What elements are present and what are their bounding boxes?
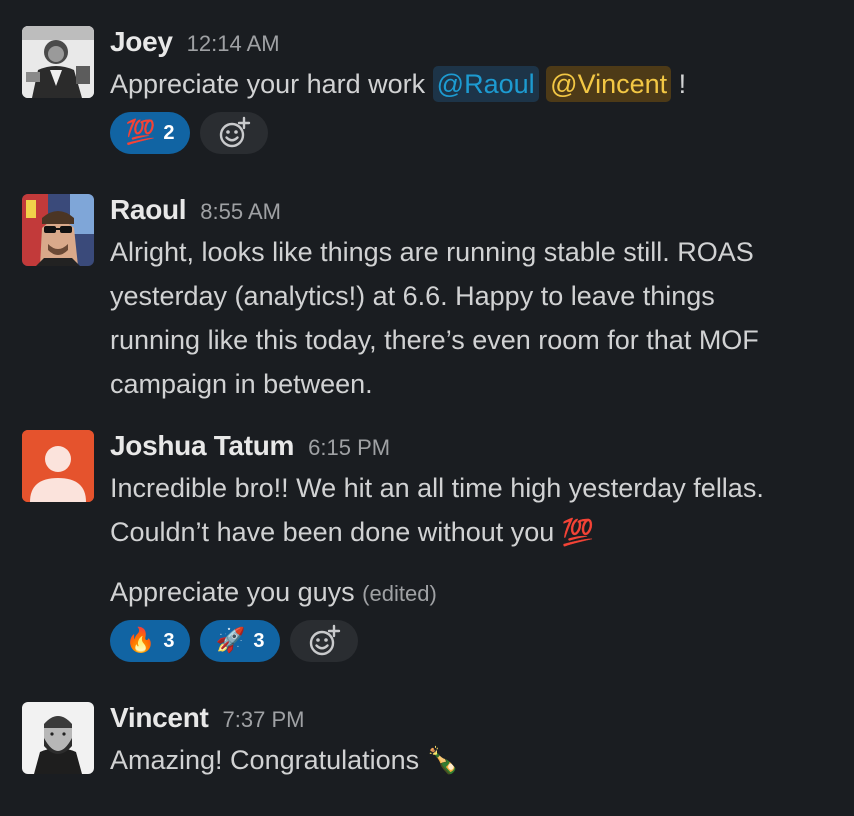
followup-message: Appreciate you guys (edited) bbox=[110, 570, 844, 616]
avatar-joey[interactable] bbox=[22, 26, 94, 98]
hundred-points-icon: 💯 bbox=[125, 119, 156, 146]
message-body: Appreciate your hard work @Raoul @Vincen… bbox=[110, 62, 844, 106]
message-text: Appreciate your hard work bbox=[110, 69, 426, 99]
edited-label: (edited) bbox=[362, 581, 437, 606]
timestamp[interactable]: 7:37 PM bbox=[223, 707, 305, 733]
author-name[interactable]: Vincent bbox=[110, 702, 209, 734]
message-text-end: ! bbox=[678, 69, 687, 99]
avatar-joey-image bbox=[22, 26, 94, 98]
message-line: yesterday (analytics!) at 6.6. Happy to … bbox=[110, 281, 715, 311]
default-user-icon bbox=[22, 430, 94, 502]
rocket-icon: 🚀 bbox=[215, 627, 246, 654]
add-reaction-button[interactable] bbox=[290, 620, 358, 662]
avatar-raoul[interactable] bbox=[22, 194, 94, 266]
avatar-vincent[interactable] bbox=[22, 702, 94, 774]
message-line: Couldn’t have been done without you bbox=[110, 517, 555, 547]
add-reaction-icon bbox=[309, 624, 341, 656]
reaction-fire[interactable]: 🔥 3 bbox=[110, 620, 190, 662]
message-text: Amazing! Congratulations bbox=[110, 745, 420, 775]
reactions-bar: 🔥 3 🚀 3 bbox=[110, 620, 844, 662]
author-name[interactable]: Joshua Tatum bbox=[110, 430, 294, 462]
message-line: Incredible bro!! We hit an all time high… bbox=[110, 473, 764, 503]
timestamp[interactable]: 8:55 AM bbox=[200, 199, 281, 225]
reaction-hundred-points[interactable]: 💯 2 bbox=[110, 112, 190, 154]
reaction-count: 2 bbox=[163, 121, 175, 144]
author-name[interactable]: Raoul bbox=[110, 194, 187, 226]
avatar-joshua-tatum[interactable] bbox=[22, 430, 94, 502]
author-name[interactable]: Joey bbox=[110, 26, 173, 58]
reactions-bar: 💯 2 bbox=[110, 112, 844, 154]
avatar-raoul-image bbox=[22, 194, 94, 266]
message-body: Incredible bro!! We hit an all time high… bbox=[110, 466, 844, 554]
reaction-count: 3 bbox=[163, 629, 175, 652]
add-reaction-icon bbox=[219, 116, 251, 148]
message-line: running like this today, there’s even ro… bbox=[110, 325, 759, 355]
timestamp[interactable]: 6:15 PM bbox=[308, 435, 390, 461]
hundred-points-icon: 💯 bbox=[561, 517, 595, 547]
followup-text: Appreciate you guys bbox=[110, 577, 355, 607]
reaction-rocket[interactable]: 🚀 3 bbox=[200, 620, 280, 662]
message-line-with-emoji: Couldn’t have been done without you 💯 bbox=[110, 510, 844, 554]
fire-icon: 🔥 bbox=[125, 627, 156, 654]
add-reaction-button[interactable] bbox=[200, 112, 268, 154]
avatar-vincent-image bbox=[22, 702, 94, 774]
timestamp[interactable]: 12:14 AM bbox=[187, 31, 280, 57]
message-body: Alright, looks like things are running s… bbox=[110, 230, 844, 406]
champagne-bottle-icon: 🍾 bbox=[426, 745, 460, 775]
mention-raoul[interactable]: @Raoul bbox=[432, 66, 539, 102]
mention-vincent[interactable]: @Vincent bbox=[546, 66, 672, 102]
message-line: campaign in between. bbox=[110, 369, 373, 399]
message-body: Amazing! Congratulations 🍾 bbox=[110, 738, 844, 782]
message-line: Alright, looks like things are running s… bbox=[110, 237, 754, 267]
reaction-count: 3 bbox=[253, 629, 265, 652]
